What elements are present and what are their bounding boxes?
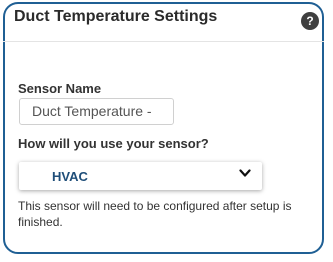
- sensor-usage-selected-value: HVAC: [52, 169, 88, 184]
- panel-title: Duct Temperature Settings: [14, 8, 218, 25]
- sensor-usage-label: How will you use your sensor?: [18, 136, 209, 151]
- chevron-down-icon: [239, 169, 251, 177]
- sensor-name-label: Sensor Name: [18, 81, 102, 96]
- sensor-usage-select[interactable]: HVAC: [19, 162, 262, 190]
- setup-note: This sensor will need to be configured a…: [18, 199, 292, 229]
- sensor-name-input[interactable]: Duct Temperature -: [19, 98, 174, 125]
- title-divider: [3, 41, 324, 42]
- help-icon[interactable]: ?: [301, 12, 319, 30]
